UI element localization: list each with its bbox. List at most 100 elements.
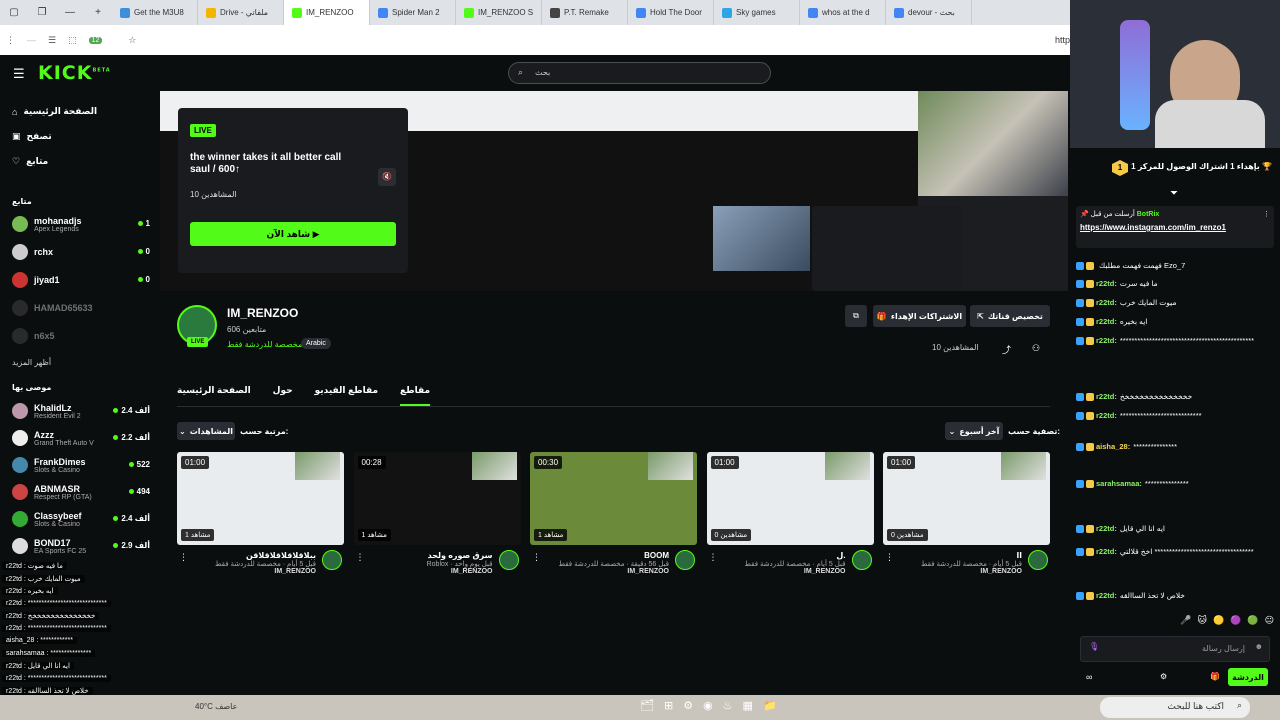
chat-username[interactable]: r22td:: [1096, 317, 1117, 326]
chat-send-button[interactable]: الدردشة: [1228, 668, 1268, 686]
mute-icon[interactable]: 🔇: [378, 168, 396, 186]
kick-logo[interactable]: KICKBETA: [38, 62, 111, 84]
app-icon[interactable]: 🗂: [640, 699, 654, 712]
url-fragment[interactable]: http: [1055, 35, 1070, 45]
chat-username[interactable]: r22td:: [1096, 547, 1117, 556]
emote-icon[interactable]: 🐱: [1198, 615, 1207, 633]
menu-dots-icon[interactable]: ⋮: [6, 35, 15, 46]
chat-input[interactable]: إرسال رسالة 🎙 ☻: [1080, 636, 1270, 662]
clip-thumbnail[interactable]: 01:00 1 مشاهد: [177, 452, 344, 545]
chat-username[interactable]: r22td:: [1096, 279, 1117, 288]
channel-tab[interactable]: الصفحة الرئيسية: [177, 385, 251, 406]
gift-subs-button[interactable]: 🎁 الاشتراكات الإهداء: [873, 305, 966, 327]
sidebar-item-browse[interactable]: ▣ تصفح: [12, 131, 52, 142]
following-item[interactable]: n6x5: [12, 325, 150, 347]
folder-icon[interactable]: 📁: [763, 699, 777, 712]
following-item[interactable]: jiyad1 0: [12, 269, 150, 291]
language-tag[interactable]: Arabic: [301, 338, 331, 349]
clip-creator[interactable]: IM_RENZOO: [354, 568, 521, 575]
following-item[interactable]: HAMAD65633: [12, 297, 150, 319]
extension-badge[interactable]: 12: [88, 36, 103, 44]
mic-icon[interactable]: 🎙: [1089, 642, 1099, 651]
more-icon[interactable]: ⋮: [709, 552, 718, 563]
channel-tab[interactable]: مقاطع: [400, 385, 431, 406]
new-tab-icon[interactable]: +: [84, 7, 112, 18]
taskbar-search[interactable]: اكتب هنا للبحث ⌕: [1100, 697, 1250, 718]
more-icon[interactable]: ⋮: [885, 552, 894, 563]
chat-username[interactable]: r22td:: [1096, 524, 1117, 533]
recommended-item[interactable]: Azzz Grand Theft Auto V 2.2 ألف: [12, 427, 150, 449]
avatar[interactable]: [498, 550, 519, 570]
more-icon[interactable]: ⋮: [1263, 210, 1270, 218]
chat-username[interactable]: sarahsamaa:: [1096, 479, 1142, 488]
browser-tab[interactable]: Drive - ملفاتي: [198, 0, 284, 25]
avatar[interactable]: [675, 550, 695, 570]
window-icon[interactable]: ▢: [0, 7, 28, 18]
settings-icon[interactable]: ⚙: [1160, 672, 1167, 681]
app-icon[interactable]: ▦: [743, 699, 753, 712]
bookmark-star-icon[interactable]: ☆: [128, 35, 136, 46]
filter-dropdown[interactable]: ⌄ آخر أسبوع: [945, 422, 1003, 440]
avatar[interactable]: [1028, 550, 1048, 570]
chat-username[interactable]: r22td:: [1096, 591, 1117, 600]
recommended-item[interactable]: Classybeef Slots & Casino 2.4 ألف: [12, 508, 150, 530]
emoji-icon[interactable]: ☻: [1255, 642, 1263, 651]
collapse-icon[interactable]: ⏷: [1170, 188, 1178, 199]
watch-now-button[interactable]: شاهد الآن ▶: [190, 222, 396, 246]
show-more-link[interactable]: أظهر المزيد: [12, 358, 51, 367]
clip-creator[interactable]: IM_RENZOO: [530, 568, 697, 575]
chat-username[interactable]: r22td:: [1096, 411, 1117, 420]
extensions-icon[interactable]: ☰: [48, 35, 56, 46]
emote-icon[interactable]: 😐: [1265, 615, 1274, 633]
pinned-link[interactable]: https://www.instagram.com/im_renzo1: [1080, 223, 1270, 232]
infinity-icon[interactable]: ∞: [1086, 672, 1092, 682]
steam-icon[interactable]: ♨: [723, 699, 733, 712]
sidebar-item-following[interactable]: ♡ متابع: [12, 156, 48, 167]
app-icon[interactable]: ⚙: [683, 699, 693, 712]
channel-tab[interactable]: حول: [273, 385, 293, 406]
clip-title[interactable]: اا: [883, 551, 1050, 560]
clip-card[interactable]: 01:00 0 مشاهدين اا قبل 5 أيام · مخصصة للدرد…: [883, 452, 1050, 575]
browser-tab[interactable]: IM_RENZOO S: [456, 0, 542, 25]
browser-tab[interactable]: Sky games: [714, 0, 800, 25]
browser-tab[interactable]: Hold The Door: [628, 0, 714, 25]
following-item[interactable]: mohanadjs Apex Legends 1: [12, 213, 150, 235]
browser-tab[interactable]: Get the M3U8: [112, 0, 198, 25]
clip-card[interactable]: 00:30 1 مشاهد BOOM قبل 56 دقيقة · مخصصة للد…: [530, 452, 697, 575]
clip-title[interactable]: BOOM: [530, 551, 697, 560]
clip-title[interactable]: سرق صوره ولحد: [354, 551, 521, 560]
recommended-item[interactable]: KhalidLz Resident Evil 2 2.4 ألف: [12, 400, 150, 422]
weather-widget[interactable]: 40°C عاصف: [195, 702, 237, 711]
emote-icon[interactable]: 🟢: [1247, 615, 1258, 633]
restore-icon[interactable]: ❐: [28, 7, 56, 18]
clip-creator[interactable]: IM_RENZOO: [883, 568, 1050, 575]
clip-card[interactable]: 01:00 1 مشاهد ببلاقلاقلاقلاقلاقن قبل 5 أيام…: [177, 452, 344, 575]
minimize-icon[interactable]: —: [56, 7, 84, 18]
browser-tab[interactable]: P.T. Remake: [542, 0, 628, 25]
chat-username[interactable]: r22td:: [1096, 298, 1117, 307]
clip-creator[interactable]: IM_RENZOO: [707, 568, 874, 575]
emote-icon[interactable]: 🟣: [1230, 615, 1241, 633]
chat-username[interactable]: r22td:: [1096, 336, 1117, 345]
browser-tab[interactable]: Spider Man 2: [370, 0, 456, 25]
clip-thumbnail[interactable]: 00:30 1 مشاهد: [530, 452, 697, 545]
app-icon[interactable]: ⊞: [664, 699, 673, 712]
recommended-item[interactable]: BOND17 EA Sports FC 25 2.9 ألف: [12, 535, 150, 557]
avatar[interactable]: [851, 550, 872, 570]
more-icon[interactable]: ⋮: [532, 552, 541, 563]
hamburger-menu-icon[interactable]: ☰: [13, 66, 25, 82]
recommended-item[interactable]: ABNMASR Respect RP (GTA) 494: [12, 481, 150, 503]
clip-icon[interactable]: ⧉: [845, 305, 867, 327]
following-item[interactable]: rchx 0: [12, 241, 150, 263]
chat-username[interactable]: r22td:: [1096, 392, 1117, 401]
clip-title[interactable]: ببلاقلاقلاقلاقلاقن: [177, 551, 344, 560]
follow-user-icon[interactable]: ⚇: [1032, 343, 1040, 354]
puzzle-icon[interactable]: ⬚: [68, 35, 77, 46]
chat-username[interactable]: aisha_28:: [1096, 442, 1130, 451]
sort-dropdown[interactable]: ⌄ المشاهدات: [177, 422, 235, 440]
search-input[interactable]: ⌕ بحث: [508, 62, 771, 84]
back-icon[interactable]: —: [27, 35, 36, 45]
gift-icon[interactable]: 🎁: [1210, 672, 1220, 681]
clip-card[interactable]: 01:00 0 مشاهدين ل. قبل 5 أيام · مخصصة للدرد…: [706, 452, 874, 575]
clip-thumbnail[interactable]: 01:00 0 مشاهدين: [883, 452, 1050, 545]
